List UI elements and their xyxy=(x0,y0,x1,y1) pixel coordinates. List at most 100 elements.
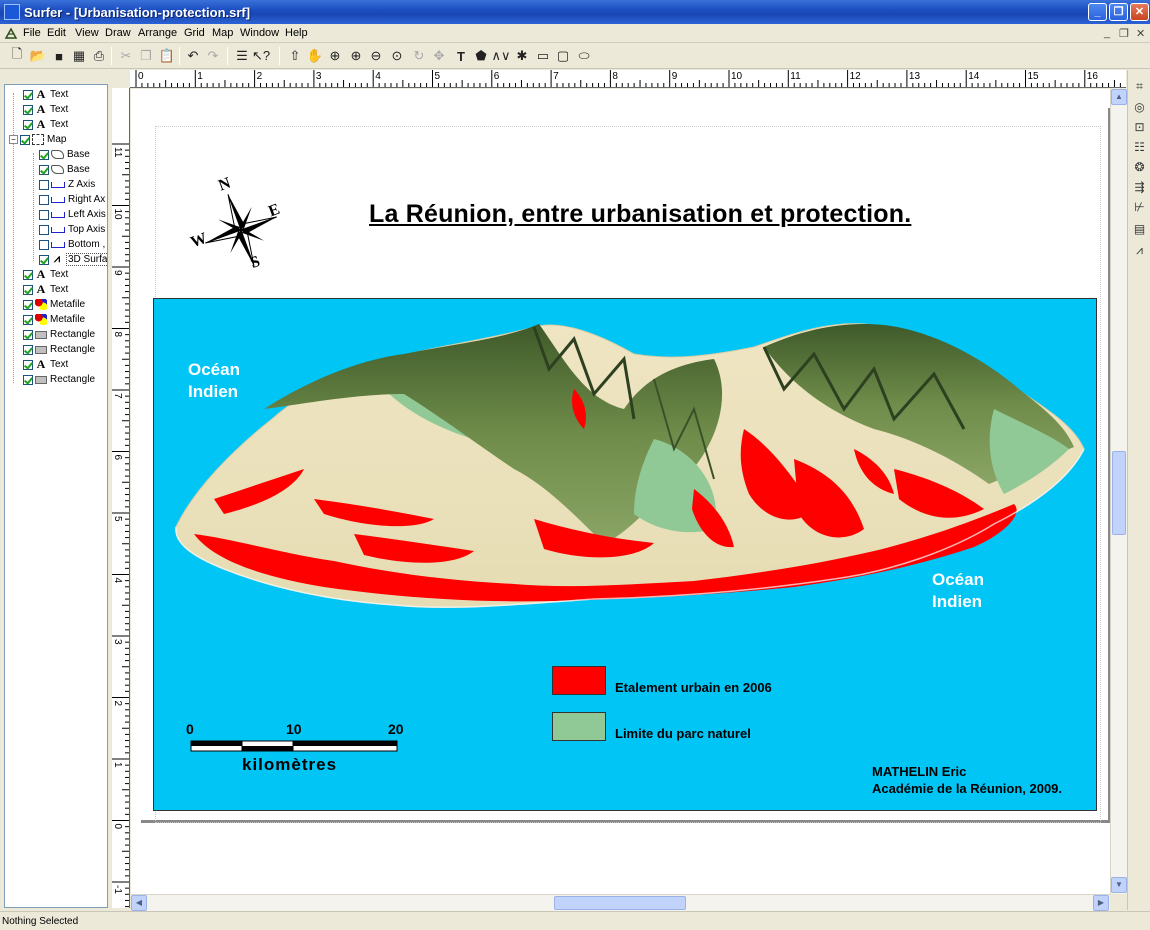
visibility-checkbox[interactable] xyxy=(23,374,33,385)
map-frame[interactable]: Océan Indien Océan Indien Etalement urba… xyxy=(153,298,1097,811)
tree-item-bottom-axis[interactable]: Bottom , xyxy=(39,237,105,252)
visibility-checkbox[interactable] xyxy=(23,119,33,130)
new-surface-icon[interactable]: ▤ xyxy=(1131,220,1148,237)
horizontal-ruler[interactable]: 0 1 2 3 4 5 6 7 8 9 10 11 12 13 14 15 16 xyxy=(130,70,1126,88)
new-wireframe-icon[interactable]: ⊬ xyxy=(1131,198,1148,215)
tree-item-metafile-2[interactable]: Metafile xyxy=(23,312,85,327)
scroll-up-arrow[interactable]: ▲ xyxy=(1111,89,1127,105)
menu-draw[interactable]: Draw xyxy=(105,27,131,39)
new-icon[interactable]: 🗋 xyxy=(8,46,26,65)
horizontal-scroll-thumb[interactable] xyxy=(554,896,686,910)
scroll-right-arrow[interactable]: ▶ xyxy=(1093,895,1109,911)
tree-item-left-axis[interactable]: Left Axis xyxy=(39,207,106,222)
menu-file[interactable]: File xyxy=(23,27,41,39)
grid-icon[interactable]: ▦ xyxy=(70,47,88,65)
tree-item-text-6[interactable]: A Text xyxy=(23,357,68,372)
new-base-map-icon[interactable]: ⌗ xyxy=(1131,78,1148,95)
tree-item-map[interactable]: − Map xyxy=(9,132,66,147)
new-shaded-relief-icon[interactable]: ❂ xyxy=(1131,158,1148,175)
rotate-icon[interactable]: ↻ xyxy=(410,47,428,65)
scroll-left-arrow[interactable]: ◀ xyxy=(131,895,147,911)
menu-grid[interactable]: Grid xyxy=(184,27,205,39)
tree-item-rectangle-3[interactable]: Rectangle xyxy=(23,372,95,387)
maximize-button[interactable]: ❐ xyxy=(1109,3,1128,21)
undo-icon[interactable]: ↶ xyxy=(184,47,202,65)
visibility-checkbox[interactable] xyxy=(39,164,49,175)
tree-item-base-2[interactable]: Base xyxy=(39,162,90,177)
scale-bar[interactable] xyxy=(190,739,400,753)
visibility-checkbox[interactable] xyxy=(23,314,33,325)
polygon-icon[interactable]: ⬟ xyxy=(472,47,490,65)
polyline-icon[interactable]: ∧∨ xyxy=(491,47,510,65)
plot-canvas[interactable]: N E S W La Réunion, entre urbanisation e… xyxy=(131,89,1110,894)
new-3d-icon[interactable]: ⩘ xyxy=(1131,242,1148,259)
new-image-map-icon[interactable]: ☷ xyxy=(1131,138,1148,155)
plot-page[interactable]: N E S W La Réunion, entre urbanisation e… xyxy=(141,108,1110,823)
visibility-checkbox[interactable] xyxy=(39,179,49,190)
menu-edit[interactable]: Edit xyxy=(47,27,66,39)
menu-view[interactable]: View xyxy=(75,27,99,39)
visibility-checkbox[interactable] xyxy=(23,344,33,355)
ellipse-icon[interactable]: ⬭ xyxy=(575,47,593,65)
tree-item-z-axis[interactable]: Z Axis xyxy=(39,177,95,192)
scroll-down-arrow[interactable]: ▼ xyxy=(1111,877,1127,893)
legend-swatch-urban[interactable] xyxy=(552,666,606,695)
tree-item-right-axis[interactable]: Right Ax xyxy=(39,192,105,207)
symbol-icon[interactable]: ✱ xyxy=(513,47,531,65)
menu-arrange[interactable]: Arrange xyxy=(138,27,177,39)
menu-map[interactable]: Map xyxy=(212,27,233,39)
zoom-in-icon[interactable]: ⊕ xyxy=(326,47,344,65)
minimize-button[interactable]: _ xyxy=(1088,3,1107,21)
tree-item-3d-surface[interactable]: ⩘ 3D Surfa xyxy=(39,252,107,267)
visibility-checkbox[interactable] xyxy=(39,239,49,250)
legend-label-park[interactable]: Limite du parc naturel xyxy=(615,726,751,741)
reshape-icon[interactable]: ✥ xyxy=(430,47,448,65)
vertical-scroll-thumb[interactable] xyxy=(1112,451,1126,535)
mdi-close-button[interactable]: ✕ xyxy=(1136,27,1145,40)
save-icon[interactable]: ■ xyxy=(50,47,68,65)
mdi-minimize-button[interactable]: _ xyxy=(1104,27,1110,39)
visibility-checkbox[interactable] xyxy=(39,194,49,205)
visibility-checkbox[interactable] xyxy=(23,359,33,370)
visibility-checkbox[interactable] xyxy=(23,284,33,295)
visibility-checkbox[interactable] xyxy=(39,149,49,160)
author-credit[interactable]: MATHELIN Eric Académie de la Réunion, 20… xyxy=(872,763,1062,797)
text-icon[interactable]: T xyxy=(452,47,470,65)
visibility-checkbox[interactable] xyxy=(23,269,33,280)
rounded-rectangle-icon[interactable]: ▢ xyxy=(554,47,572,65)
tree-item-text-1[interactable]: A Text xyxy=(23,87,68,102)
tree-item-rectangle-2[interactable]: Rectangle xyxy=(23,342,95,357)
legend-label-urban[interactable]: Etalement urbain en 2006 xyxy=(615,680,772,695)
zoom-selected-icon[interactable]: ⊙ xyxy=(388,47,406,65)
vertical-ruler[interactable]: 11 10 9 8 7 6 5 4 3 2 1 0 -1 xyxy=(112,88,130,908)
close-button[interactable]: ✕ xyxy=(1130,3,1149,21)
legend-swatch-park[interactable] xyxy=(552,712,606,741)
redo-icon[interactable]: ↷ xyxy=(204,47,222,65)
select-icon[interactable]: ⇧ xyxy=(286,47,304,65)
zoom-out-icon[interactable]: ⊖ xyxy=(367,47,385,65)
print-icon[interactable]: ⎙ xyxy=(90,47,108,65)
rectangle-icon[interactable]: ▭ xyxy=(534,47,552,65)
menu-window[interactable]: Window xyxy=(240,27,279,39)
visibility-checkbox[interactable] xyxy=(23,299,33,310)
surfer-app-icon[interactable] xyxy=(4,4,20,20)
cut-icon[interactable]: ✂ xyxy=(117,47,135,65)
tree-item-text-5[interactable]: A Text xyxy=(23,282,68,297)
compass-rose-icon[interactable] xyxy=(191,180,291,280)
tree-item-base-1[interactable]: Base xyxy=(39,147,90,162)
collapse-toggle[interactable]: − xyxy=(9,135,18,144)
new-vector-map-icon[interactable]: ⇶ xyxy=(1131,178,1148,195)
copy-icon[interactable]: ❐ xyxy=(137,47,155,65)
zoom-realtime-icon[interactable]: ⊕ xyxy=(347,47,365,65)
pan-icon[interactable]: ✋ xyxy=(306,47,324,65)
object-manager-panel[interactable]: A Text A Text A Text − Map Base Base Z A… xyxy=(4,84,108,908)
menu-help[interactable]: Help xyxy=(285,27,308,39)
horizontal-scrollbar[interactable]: ◀ ▶ xyxy=(131,894,1110,911)
visibility-checkbox[interactable] xyxy=(23,329,33,340)
document-icon[interactable] xyxy=(4,26,18,40)
visibility-checkbox[interactable] xyxy=(39,209,49,220)
help-pointer-icon[interactable]: ↖? xyxy=(252,47,270,65)
visibility-checkbox[interactable] xyxy=(23,104,33,115)
tree-item-rectangle-1[interactable]: Rectangle xyxy=(23,327,95,342)
mdi-restore-button[interactable]: ❐ xyxy=(1119,27,1129,40)
